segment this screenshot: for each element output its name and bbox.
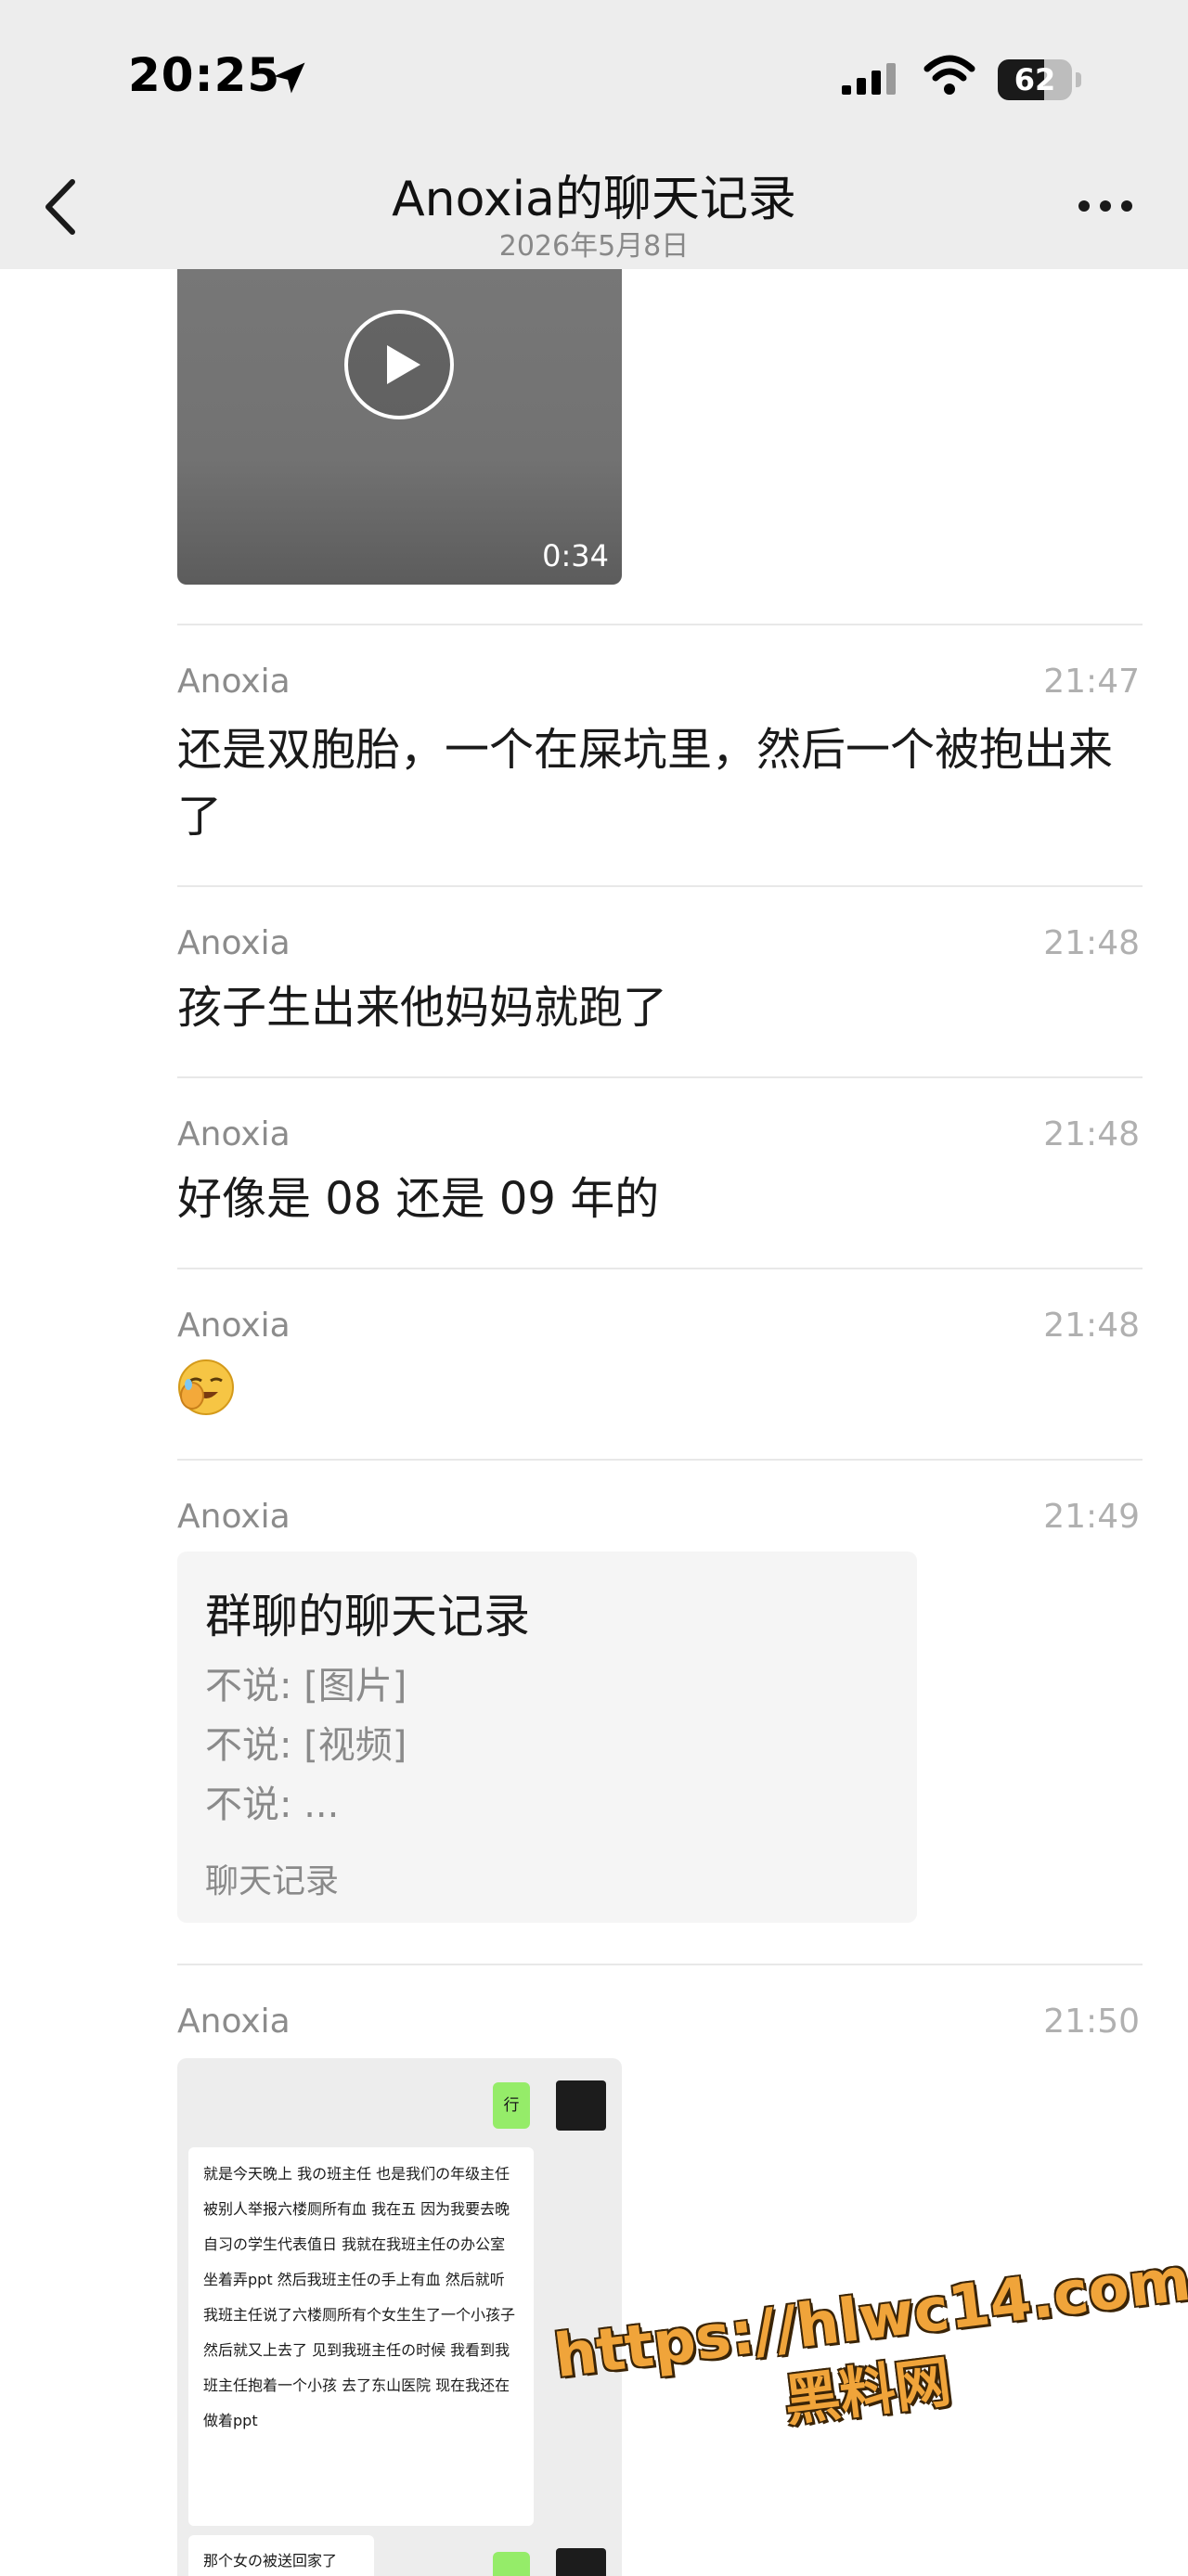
status-time: 20:25: [128, 48, 281, 102]
message-time: 21:48: [1043, 1307, 1140, 1345]
screenshot-avatar: [556, 2548, 606, 2576]
more-options-icon[interactable]: [1077, 195, 1134, 217]
message-divider: [177, 624, 1143, 625]
image-message-screenshot[interactable]: 行 就是今天晚上 我の班主任 也是我们の年级主任 被别人举报六楼厕所有血 我在五…: [177, 2058, 622, 2576]
battery-percent: 62: [1014, 62, 1056, 97]
video-duration: 0:34: [542, 538, 609, 573]
message-sender: Anoxia: [177, 1307, 291, 1345]
message-sender: Anoxia: [177, 2003, 291, 2041]
battery-indicator: 62: [998, 59, 1083, 100]
screenshot-avatar: [556, 2080, 606, 2131]
screenshot-short-message: 那个女の被送回家了: [188, 2535, 374, 2576]
message-text: 还是双胞胎，一个在屎坑里，然后一个被抱出来了: [177, 724, 1114, 843]
wifi-icon: [923, 55, 975, 95]
chat-record-footer: 聊天记录: [205, 1862, 340, 1900]
message-text: 孩子生出来他妈妈就跑了: [177, 982, 668, 1034]
status-bar: 20:25 62: [0, 0, 1188, 148]
message-time: 21:50: [1043, 2003, 1140, 2041]
screenshot-long-message: 就是今天晚上 我の班主任 也是我们の年级主任 被别人举报六楼厕所有血 我在五 因…: [188, 2147, 534, 2526]
video-message-thumbnail[interactable]: 0:34: [177, 269, 622, 585]
navigation-bar: Anoxia的聊天记录 2026年5月8日: [0, 148, 1188, 269]
message-text: 好像是 08 还是 09 年的: [177, 1173, 660, 1225]
message-time: 21:47: [1043, 663, 1140, 701]
message-sender: Anoxia: [177, 1498, 291, 1536]
message-sender: Anoxia: [177, 924, 291, 962]
watermark: https://hlwc14.com 黑料网: [550, 2246, 1188, 2464]
message-time: 21:49: [1043, 1498, 1140, 1536]
message-sender: Anoxia: [177, 1115, 291, 1153]
play-icon[interactable]: [342, 308, 456, 421]
location-arrow-icon: [274, 62, 305, 94]
facepalm-laugh-emoji-icon: [178, 1359, 234, 1415]
page-subtitle-date: 2026年5月8日: [498, 230, 690, 263]
screenshot-reply-bubble: 行: [493, 2082, 530, 2129]
message-time: 21:48: [1043, 924, 1140, 962]
message-time: 21:48: [1043, 1115, 1140, 1153]
chat-record-title: 群聊的聊天记录: [205, 1590, 530, 1643]
chat-record-card[interactable]: 群聊的聊天记录 不说: [图片] 不说: [视频] 不说: ... 聊天记录: [177, 1552, 917, 1923]
message-divider: [177, 885, 1143, 887]
chat-record-line: 不说: [图片]: [205, 1665, 407, 1707]
message-divider: [177, 1268, 1143, 1269]
message-divider: [177, 1076, 1143, 1078]
cellular-signal-icon: [842, 63, 896, 95]
message-divider: [177, 1964, 1143, 1965]
page-title: Anoxia的聊天记录: [392, 172, 796, 227]
chat-record-line: 不说: ...: [205, 1784, 340, 1826]
message-divider: [177, 1459, 1143, 1461]
screenshot-reply-bubble-2: [493, 2552, 530, 2576]
chat-record-line: 不说: [视频]: [205, 1724, 407, 1767]
message-sender: Anoxia: [177, 663, 291, 701]
